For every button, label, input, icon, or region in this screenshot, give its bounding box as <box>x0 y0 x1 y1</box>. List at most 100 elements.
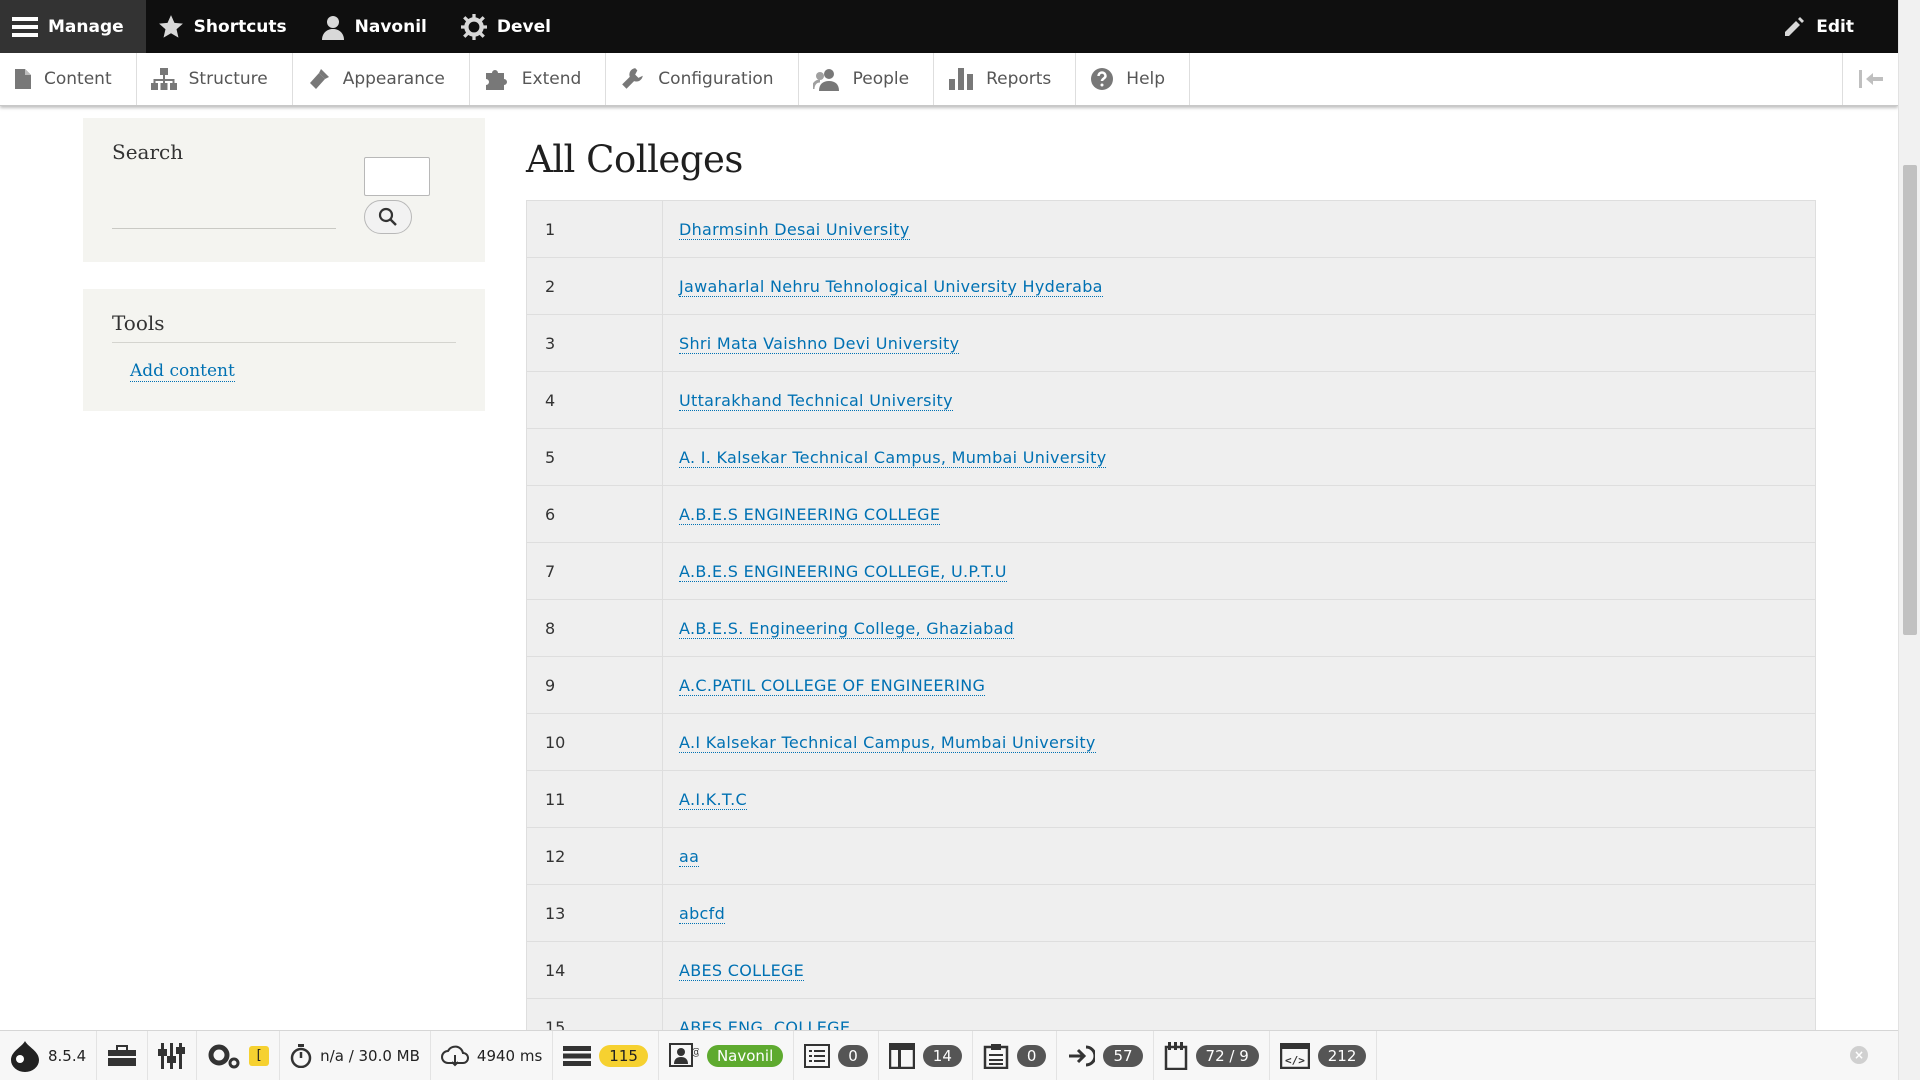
brush-icon <box>309 69 329 89</box>
profiler-views[interactable]: </> 212 <box>1270 1030 1378 1080</box>
profiler-close-icon[interactable]: × <box>1850 1046 1868 1064</box>
admin-tray: Content Structure Appearance Extend Conf… <box>0 53 1898 106</box>
college-link[interactable]: A.B.E.S. Engineering College, Ghaziabad <box>679 618 1015 639</box>
profiler-assets[interactable]: 72 / 9 <box>1154 1030 1270 1080</box>
college-link[interactable]: Shri Mata Vaishno Devi University <box>679 333 960 354</box>
profiler-drupal[interactable]: 8.5.4 <box>0 1030 98 1080</box>
views-count-badge: 212 <box>1317 1044 1367 1067</box>
tray-item-structure[interactable]: Structure <box>137 53 293 105</box>
search-block: Search <box>83 118 485 262</box>
college-link[interactable]: Jawaharlal Nehru Tehnological University… <box>679 276 1103 297</box>
profiler-request[interactable] <box>97 1030 149 1080</box>
manage-tab[interactable]: Manage <box>0 0 146 53</box>
admin-toolbar: Manage Shortcuts Navonil Devel Edit <box>0 0 1898 53</box>
college-link[interactable]: ABES COLLEGE <box>679 960 805 981</box>
tray-label-extend: Extend <box>521 69 582 89</box>
manage-label: Manage <box>48 16 124 37</box>
tray-item-reports[interactable]: Reports <box>934 53 1077 105</box>
college-link[interactable]: A.C.PATIL COLLEGE OF ENGINEERING <box>679 675 986 696</box>
college-name-cell: A.B.E.S ENGINEERING COLLEGE, U.P.T.U <box>662 542 1816 600</box>
colleges-table: 1 Dharmsinh Desai University 2 Jawaharlal N… <box>526 200 1816 1056</box>
profiler-blocks[interactable]: 14 <box>879 1030 973 1080</box>
college-name-cell: Jawaharlal Nehru Tehnological University… <box>662 257 1816 315</box>
table-row: 6 A.B.E.S ENGINEERING COLLEGE <box>526 485 1816 543</box>
page-title: All Colleges <box>526 138 743 181</box>
row-number: 1 <box>526 200 663 258</box>
profiler-events[interactable]: 57 <box>1057 1030 1154 1080</box>
events-count-badge: 57 <box>1103 1044 1143 1067</box>
college-name-cell: Dharmsinh Desai University <box>662 200 1816 258</box>
sitemap-icon <box>150 68 177 90</box>
search-input[interactable] <box>364 157 430 196</box>
profiler-config[interactable]: [ <box>197 1030 281 1080</box>
table-row: 14 ABES COLLEGE <box>526 941 1816 999</box>
edit-button[interactable]: Edit <box>1770 0 1876 53</box>
stopwatch-icon <box>290 1043 312 1068</box>
devel-tab[interactable]: Devel <box>449 0 573 53</box>
tray-item-help[interactable]: Help <box>1076 53 1191 105</box>
table-row: 13 abcfd <box>526 884 1816 942</box>
college-link[interactable]: A.B.E.S ENGINEERING COLLEGE, U.P.T.U <box>679 561 1007 582</box>
profiler-time[interactable]: n/a / 30.0 MB <box>280 1030 431 1080</box>
user-tab[interactable]: Navonil <box>309 0 449 53</box>
add-content-link[interactable]: Add content <box>130 361 235 382</box>
profiler-database[interactable]: 115 <box>553 1030 659 1080</box>
search-icon <box>378 207 397 226</box>
college-link[interactable]: A.B.E.S ENGINEERING COLLEGE <box>679 504 941 525</box>
college-name-cell: aa <box>662 827 1816 885</box>
row-number: 12 <box>526 827 663 885</box>
assets-icon <box>1164 1041 1187 1070</box>
blocks-count-badge: 14 <box>922 1044 962 1067</box>
college-link[interactable]: A.I Kalsekar Technical Campus, Mumbai Un… <box>679 732 1096 753</box>
table-row: 10 A.I Kalsekar Technical Campus, Mumbai … <box>526 713 1816 771</box>
college-link[interactable]: aa <box>679 846 700 867</box>
devel-label: Devel <box>496 16 551 37</box>
college-name-cell: A.C.PATIL COLLEGE OF ENGINEERING <box>662 656 1816 714</box>
profiler-cache[interactable]: 0 <box>973 1030 1058 1080</box>
tray-orientation-toggle[interactable] <box>1842 53 1898 105</box>
college-name-cell: ABES COLLEGE <box>662 941 1816 999</box>
sliders-icon <box>158 1042 186 1069</box>
cloud-icon <box>440 1045 469 1066</box>
user-icon <box>321 15 344 40</box>
college-link[interactable]: Dharmsinh Desai University <box>679 219 910 240</box>
table-row: 8 A.B.E.S. Engineering College, Ghaziabad <box>526 599 1816 657</box>
list-icon <box>804 1043 831 1068</box>
user-card-icon: @ <box>668 1042 699 1067</box>
profiler-forms[interactable]: 0 <box>794 1030 879 1080</box>
college-link[interactable]: A. I. Kalsekar Technical Campus, Mumbai … <box>679 447 1107 468</box>
tools-block: Tools Add content <box>83 289 485 411</box>
profiler-timeline[interactable]: 4940 ms <box>431 1030 554 1080</box>
search-button[interactable] <box>364 200 412 234</box>
row-number: 7 <box>526 542 663 600</box>
college-link[interactable]: A.I.K.T.C <box>679 789 747 810</box>
webprofiler-toolbar: 8.5.4 [ n/a / 30.0 MB 4940 ms 115 @ Navo… <box>0 1030 1898 1080</box>
bar-chart-icon <box>949 68 974 90</box>
shortcuts-tab[interactable]: Shortcuts <box>146 0 309 53</box>
tray-item-appearance[interactable]: Appearance <box>293 53 470 105</box>
profiler-performance[interactable] <box>148 1030 198 1080</box>
tray-label-reports: Reports <box>986 69 1052 89</box>
cache-count-badge: 0 <box>1016 1044 1047 1067</box>
search-divider <box>112 228 336 229</box>
config-badge: [ <box>249 1045 270 1066</box>
svg-text:</>: </> <box>1285 1054 1305 1067</box>
file-icon <box>15 69 31 89</box>
tray-item-content[interactable]: Content <box>0 53 137 105</box>
sign-in-icon <box>1069 1045 1096 1066</box>
scrollbar-thumb[interactable] <box>1903 165 1917 635</box>
row-number: 4 <box>526 371 663 429</box>
row-number: 8 <box>526 599 663 657</box>
profiler-user[interactable]: @ Navonil <box>659 1030 795 1080</box>
table-row: 7 A.B.E.S ENGINEERING COLLEGE, U.P.T.U <box>526 542 1816 600</box>
tray-item-people[interactable]: People <box>799 53 935 105</box>
college-name-cell: A.I Kalsekar Technical Campus, Mumbai Un… <box>662 713 1816 771</box>
row-number: 11 <box>526 770 663 828</box>
college-link[interactable]: abcfd <box>679 903 726 924</box>
tray-item-extend[interactable]: Extend <box>470 53 607 105</box>
gears-icon <box>208 1044 240 1068</box>
page-scrollbar[interactable] <box>1898 0 1920 1080</box>
college-name-cell: A.B.E.S ENGINEERING COLLEGE <box>662 485 1816 543</box>
tray-item-configuration[interactable]: Configuration <box>606 53 799 105</box>
college-link[interactable]: Uttarakhand Technical University <box>679 390 953 411</box>
